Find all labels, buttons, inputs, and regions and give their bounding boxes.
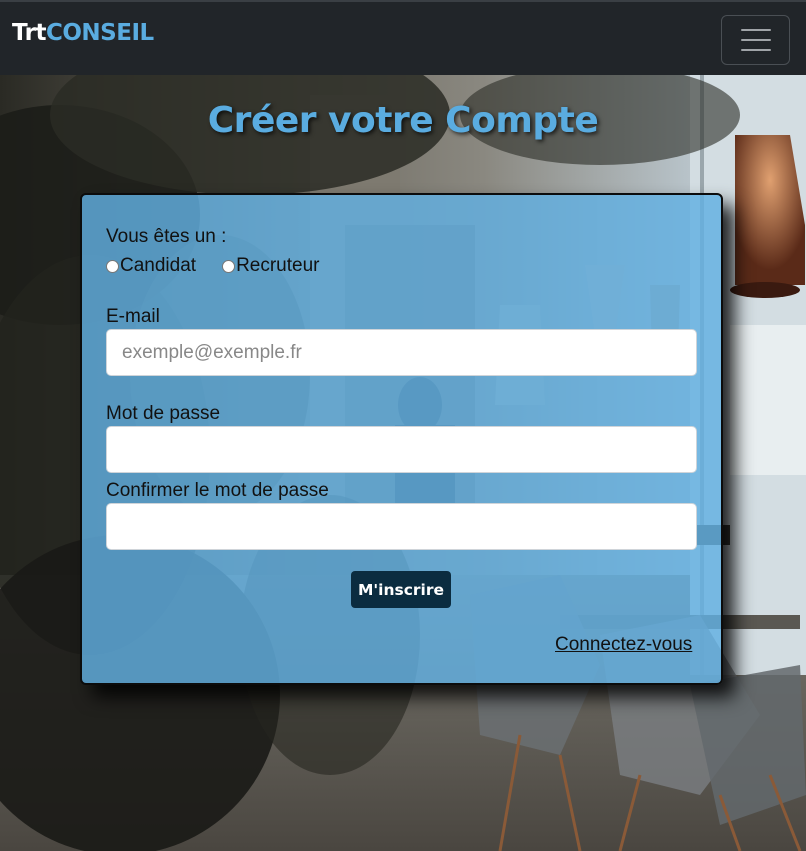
password-input[interactable] [106,426,697,473]
radio-candidat[interactable] [106,259,119,273]
radio-candidat-label[interactable]: Candidat [120,255,196,277]
navbar: TrtCONSEIL [0,0,806,75]
role-radio-group: Candidat Recruteur [106,255,319,277]
navbar-toggler-button[interactable] [721,15,790,65]
email-label: E-mail [106,306,160,327]
radio-recruteur-label[interactable]: Recruteur [236,255,319,277]
page-title: Créer votre Compte [207,100,599,141]
brand-name-part1: Trt [12,20,47,46]
confirm-password-label: Confirmer le mot de passe [106,480,329,501]
email-input[interactable]: exemple@exemple.fr [106,329,697,376]
brand-name-part2: CONSEIL [46,20,154,46]
password-label: Mot de passe [106,403,221,424]
hamburger-icon [740,29,771,31]
radio-recruteur[interactable] [222,259,236,273]
brand-logo[interactable]: TrtCONSEIL [12,20,154,46]
role-label: Vous êtes un : [106,226,227,247]
confirm-password-input[interactable] [106,503,697,550]
submit-button[interactable]: M'inscrire [351,571,451,608]
login-link[interactable]: Connectez-vous [555,634,692,656]
